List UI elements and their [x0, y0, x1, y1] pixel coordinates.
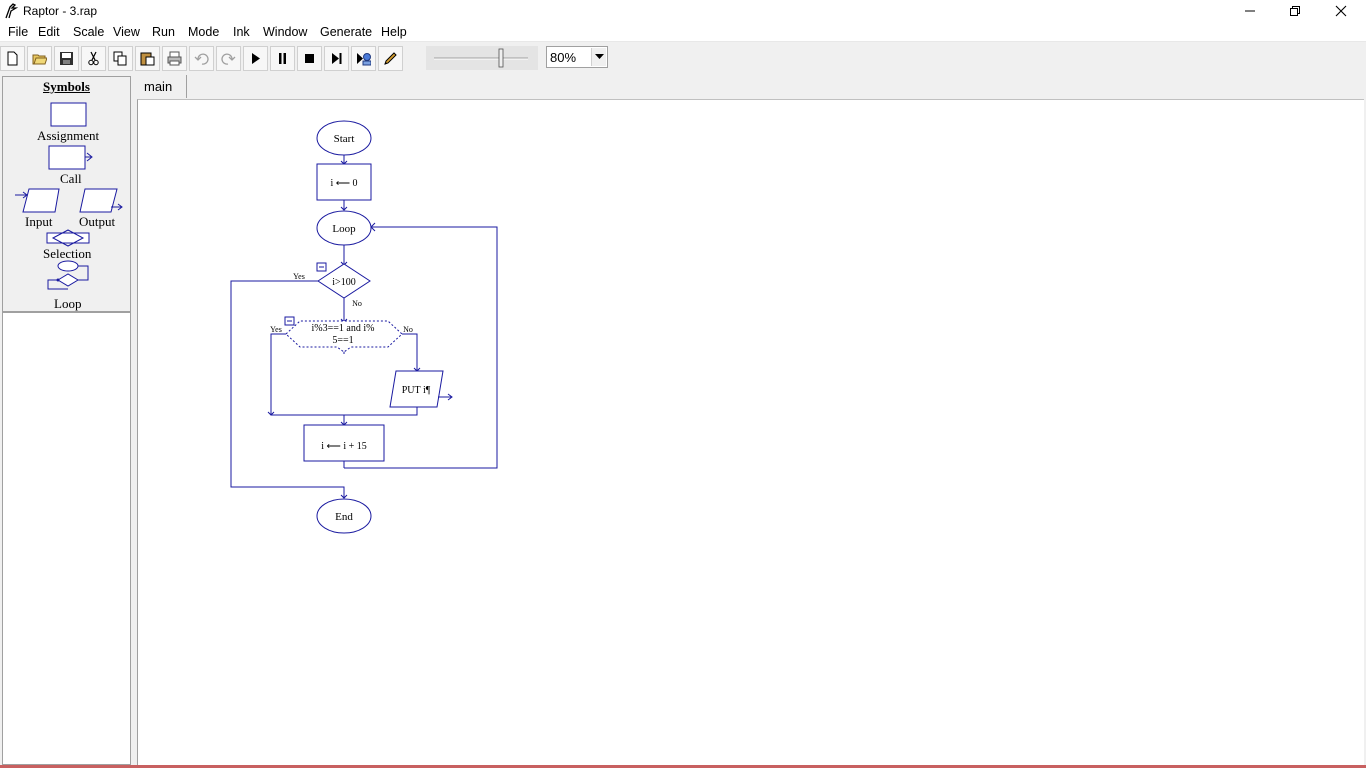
restore-icon [1290, 6, 1300, 16]
flowchart-canvas[interactable]: Start i ⟵ 0 Loop i>100 Yes No i%3==1 and… [137, 99, 1364, 765]
assignment-init-label: i ⟵ 0 [330, 178, 357, 189]
save-disk-icon [60, 52, 73, 65]
selection-yes-label: Yes [270, 325, 282, 334]
selection-condition-line1: i%3==1 and i% [312, 323, 375, 334]
play-icon [252, 53, 260, 64]
menu-view[interactable]: View [113, 25, 140, 39]
stop-icon [305, 54, 314, 63]
menu-bar: File Edit Scale View Run Mode Ink Window… [0, 22, 1366, 42]
copy-icon [113, 51, 127, 66]
tab-main[interactable]: main [138, 75, 187, 98]
loop-exit-condition: i>100 [332, 277, 355, 288]
input-label: Input [25, 214, 53, 229]
paste-clipboard-icon [140, 52, 155, 66]
menu-ink[interactable]: Ink [233, 25, 250, 39]
menu-scale[interactable]: Scale [73, 25, 104, 39]
pen-icon [384, 52, 397, 65]
menu-edit[interactable]: Edit [38, 25, 60, 39]
copy-button[interactable] [108, 46, 133, 71]
open-folder-icon [32, 54, 47, 65]
menu-file[interactable]: File [8, 25, 28, 39]
redo-button[interactable] [216, 46, 241, 71]
stop-button[interactable] [297, 46, 322, 71]
minimize-icon [1245, 10, 1255, 12]
scissors-icon [88, 51, 99, 66]
variables-watch-panel[interactable] [2, 312, 131, 765]
new-button[interactable] [0, 46, 25, 71]
step-button[interactable] [324, 46, 349, 71]
symbols-panel: Symbols Assignment Call Input Output Sel… [2, 76, 131, 312]
run-button[interactable] [243, 46, 268, 71]
selection-no-label: No [403, 325, 413, 334]
menu-generate[interactable]: Generate [320, 25, 372, 39]
symbols-shapes [15, 102, 123, 290]
loop-yes-label: Yes [293, 272, 305, 281]
execution-speed-slider[interactable] [426, 46, 538, 70]
flowchart-diagram: Start i ⟵ 0 Loop i>100 Yes No i%3==1 and… [230, 120, 498, 534]
restore-button[interactable] [1272, 0, 1318, 22]
slider-track-icon [434, 48, 528, 68]
menu-mode[interactable]: Mode [188, 25, 219, 39]
loop-label: Loop [54, 296, 82, 311]
menu-window[interactable]: Window [263, 25, 307, 39]
print-button[interactable] [162, 46, 187, 71]
title-bar: Raptor - 3.rap [0, 0, 1366, 22]
loop-symbol[interactable] [47, 260, 89, 290]
ink-pen-button[interactable] [378, 46, 403, 71]
printer-icon [167, 51, 182, 66]
menu-run[interactable]: Run [152, 25, 175, 39]
paste-button[interactable] [135, 46, 160, 71]
zoom-value: 80% [550, 50, 577, 65]
open-button[interactable] [27, 46, 52, 71]
close-icon [1335, 5, 1347, 17]
call-label: Call [60, 171, 82, 186]
end-label: End [335, 511, 353, 523]
minimize-button[interactable] [1227, 0, 1273, 22]
selection-condition-line2: 5==1 [332, 335, 353, 346]
window-title: Raptor - 3.rap [23, 4, 98, 18]
cut-button[interactable] [81, 46, 106, 71]
output-label: Output [79, 214, 116, 229]
test-server-button[interactable] [351, 46, 376, 71]
undo-button[interactable] [189, 46, 214, 71]
zoom-select[interactable]: 80% [546, 46, 608, 68]
chevron-down-icon [594, 54, 604, 59]
tab-strip: main [136, 75, 1366, 99]
selection-label: Selection [43, 246, 92, 261]
assignment-increment-label: i ⟵ i + 15 [321, 441, 367, 452]
server-run-icon [357, 53, 371, 66]
assignment-label: Assignment [37, 128, 100, 143]
call-symbol[interactable] [48, 145, 93, 170]
loop-no-label: No [352, 299, 362, 308]
step-icon [332, 53, 342, 64]
start-label: Start [334, 133, 355, 145]
menu-help[interactable]: Help [381, 25, 407, 39]
redo-icon [221, 53, 236, 65]
new-file-icon [7, 51, 18, 66]
save-button[interactable] [54, 46, 79, 71]
selection-symbol[interactable] [46, 229, 90, 247]
output-symbol[interactable] [79, 188, 123, 213]
assignment-symbol[interactable] [50, 102, 87, 127]
undo-icon [194, 53, 209, 65]
raptor-app-icon [5, 3, 18, 19]
loop-label: Loop [332, 223, 356, 235]
input-symbol[interactable] [15, 188, 60, 213]
toolbar [0, 43, 1366, 74]
dropdown-arrow-icon[interactable] [591, 48, 606, 66]
pause-icon [279, 53, 286, 64]
close-button[interactable] [1318, 0, 1364, 22]
output-statement-label: PUT i¶ [402, 385, 431, 396]
pause-button[interactable] [270, 46, 295, 71]
